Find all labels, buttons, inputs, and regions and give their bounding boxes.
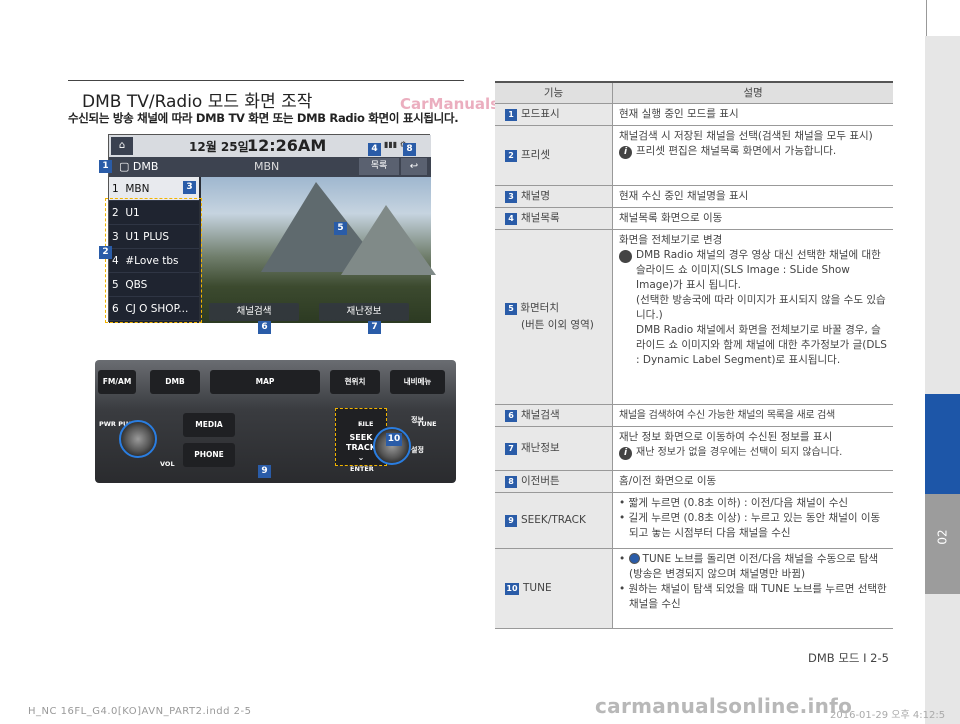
row-function: 7 재난정보 — [495, 427, 613, 470]
media-button: MEDIA — [183, 413, 235, 437]
date-text: 12월 25일 — [189, 140, 249, 154]
marker-10: 10 — [386, 433, 402, 446]
table-row: 10 TUNE • TUNE 노브를 돌리면 이전/다음 채널을 수동으로 탐색 … — [495, 549, 893, 629]
row-function: 8 이전버튼 — [495, 471, 613, 492]
row-description: 채널목록 화면으로 이동 — [619, 212, 723, 224]
row-description: • 짧게 누르면 (0.8초 이하) : 이전/다음 채널이 수신 • 길게 누… — [619, 497, 881, 539]
channel-name: MBN — [254, 160, 280, 173]
table-row: 6 채널검색 채널을 검색하여 수신 가능한 채널의 목록을 새로 검색 — [495, 405, 893, 427]
crop-mark — [926, 0, 927, 40]
fm-am-button: FM/AM — [98, 370, 136, 394]
row-description: 채널을 검색하여 수신 가능한 채널의 목록을 새로 검색 — [619, 410, 835, 421]
marker-8: 8 — [403, 143, 416, 156]
preset-highlight — [105, 198, 202, 323]
tune-label: TUNE — [417, 420, 437, 428]
info-icon: i — [615, 250, 632, 263]
mountain-shape — [341, 205, 436, 275]
marker-7: 7 — [368, 321, 381, 334]
site-watermark: carmanualsonline.info — [595, 694, 853, 718]
page-number: DMB 모드 I 2-5 — [808, 651, 889, 665]
phone-button: PHONE — [183, 443, 235, 467]
navi-menu-button: 내비메뉴 — [390, 370, 445, 394]
side-tab-active — [925, 394, 960, 494]
row-description: 화면을 전체보기로 변경 i DMB Radio 채널의 경우 영상 대신 선택한… — [615, 234, 887, 366]
marker-3: 3 — [183, 181, 196, 194]
current-position-button: 현위치 — [330, 370, 380, 394]
header-description: 설명 — [743, 87, 763, 99]
row-description: 현재 실행 중인 모드를 표시 — [619, 108, 739, 120]
function-table: 기능 설명 1 모드표시 현재 실행 중인 모드를 표시 2 프리셋 채널검색 시 … — [495, 81, 893, 629]
row-function: 4 채널목록 — [495, 208, 613, 229]
row-description: • TUNE 노브를 돌리면 이전/다음 채널을 수동으로 탐색 (방송은 변경… — [619, 553, 887, 610]
mode-label: ▢ DMB — [119, 160, 159, 173]
map-button: MAP — [210, 370, 320, 394]
info-icon: i — [619, 447, 632, 460]
table-row: 9 SEEK/TRACK • 짧게 누르면 (0.8초 이하) : 이전/다음 채… — [495, 493, 893, 549]
tune-knob-icon — [628, 553, 640, 564]
marker-5: 5 — [334, 222, 347, 235]
row-function: 10 TUNE — [495, 549, 613, 628]
marker-6: 6 — [258, 321, 271, 334]
table-header: 기능 설명 — [495, 83, 893, 104]
table-row: 4 채널목록 채널목록 화면으로 이동 — [495, 208, 893, 230]
marker-1: 1 — [99, 160, 112, 173]
vol-label: VOL — [160, 460, 175, 468]
marker-2: 2 — [99, 246, 112, 259]
side-tab-bar-bottom — [925, 594, 960, 724]
side-tab-bar — [925, 36, 960, 394]
list-button: 목록 — [359, 158, 399, 175]
dmb-button: DMB — [150, 370, 200, 394]
chapter-number: 02 — [935, 529, 950, 545]
mode-bar: ▢ DMB MBN 목록 ↩ — [109, 157, 431, 177]
time-text: 12:26AM — [247, 136, 327, 155]
row-description: 채널검색 시 저장된 채널을 선택(검색된 채널을 모두 표시) i 프리셋 편집은… — [619, 130, 873, 159]
table-row: 7 재난정보 재난 정보 화면으로 이동하여 수신된 정보를 표시 i 재난 정보가 … — [495, 427, 893, 471]
enter-label: ENTER — [350, 465, 374, 473]
row-function: 5 화면터치 (버튼 이외 영역) — [495, 230, 613, 404]
row-description: 홈/이전 화면으로 이동 — [619, 475, 717, 487]
table-row: 1 모드표시 현재 실행 중인 모드를 표시 — [495, 104, 893, 126]
disaster-info-button: 재난정보 — [319, 303, 409, 321]
row-function: 1 모드표시 — [495, 104, 613, 125]
file-label: FILE — [358, 420, 374, 428]
row-function: 9 SEEK/TRACK — [495, 493, 613, 548]
row-description: 재난 정보 화면으로 이동하여 수신된 정보를 표시 i 재난 정보가 없을 경우에… — [619, 431, 843, 460]
row-function: 6 채널검색 — [495, 405, 613, 426]
row-description: 현재 수신 중인 채널명을 표시 — [619, 190, 749, 202]
row-function: 2 프리셋 — [495, 126, 613, 185]
header-function: 기능 — [495, 83, 613, 103]
marker-9: 9 — [258, 465, 271, 478]
channel-search-button: 채널검색 — [209, 303, 299, 321]
status-bar: ⌂ 12월 25일 12:26AM ▮▮▮ ⚙ — [109, 135, 431, 157]
volume-knob — [119, 420, 157, 458]
row-function: 3 채널명 — [495, 186, 613, 207]
video-area: 채널검색 재난정보 — [201, 177, 436, 323]
control-panel-illustration: FM/AM DMB MAP 현위치 내비메뉴 PWR PUSH VOL MEDI… — [95, 360, 456, 483]
table-row: 8 이전버튼 홈/이전 화면으로 이동 — [495, 471, 893, 493]
table-row: 3 채널명 현재 수신 중인 채널명을 표시 — [495, 186, 893, 208]
home-icon: ⌂ — [111, 137, 133, 155]
info-icon: i — [619, 146, 632, 159]
table-row: 5 화면터치 (버튼 이외 영역) 화면을 전체보기로 변경 i DMB Radio… — [495, 230, 893, 405]
marker-4: 4 — [368, 143, 381, 156]
table-row: 2 프리셋 채널검색 시 저장된 채널을 선택(검색된 채널을 모두 표시) i 프리… — [495, 126, 893, 186]
footer-file: H_NC 16FL_G4.0[KO]AVN_PART2.indd 2-5 — [28, 706, 252, 717]
back-icon: ↩ — [401, 158, 427, 175]
